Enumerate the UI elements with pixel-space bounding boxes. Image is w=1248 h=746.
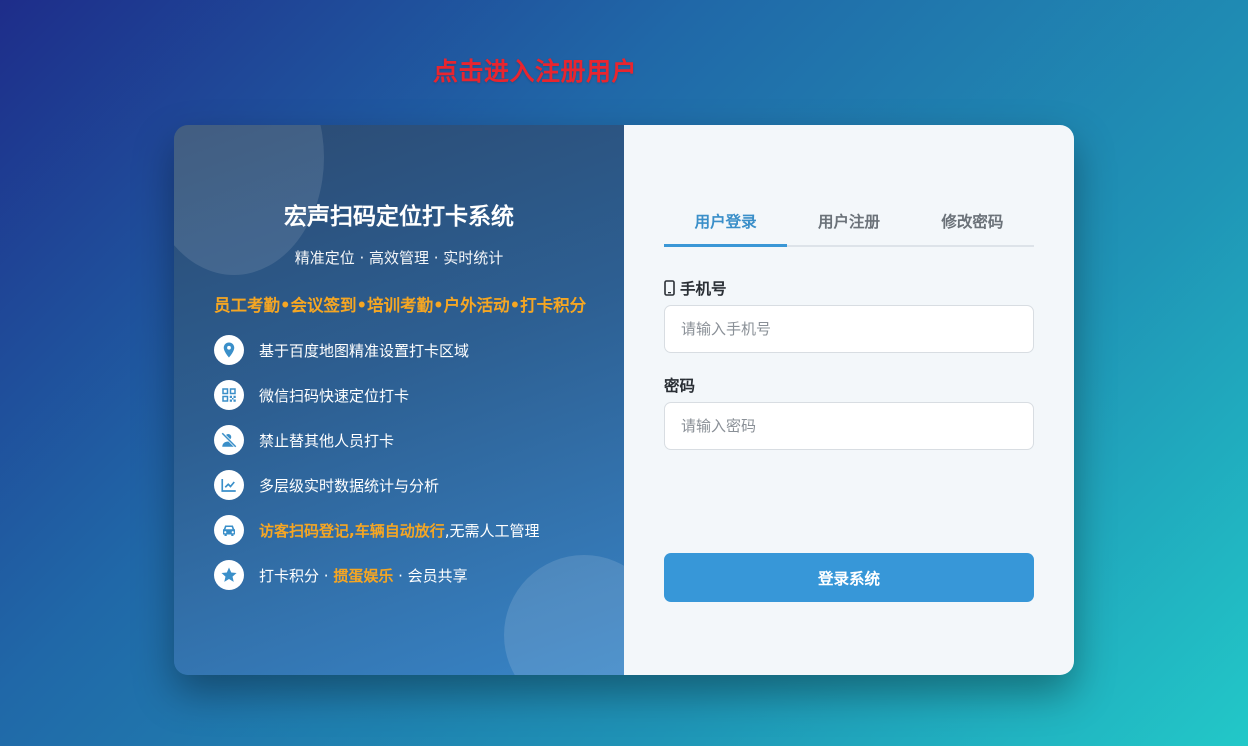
- feature-text-pre: 打卡积分 ·: [259, 566, 334, 585]
- system-title: 宏声扫码定位打卡系统: [284, 204, 514, 230]
- feature-text-highlight: 掼蛋娱乐: [333, 566, 394, 585]
- car-icon: [214, 515, 244, 545]
- login-card: 宏声扫码定位打卡系统 精准定位 · 高效管理 · 实时统计 员工考勤•会议签到•…: [174, 125, 1074, 675]
- register-link[interactable]: 点击进入注册用户: [433, 52, 637, 88]
- phone-input[interactable]: [664, 305, 1034, 353]
- intro-panel: 宏声扫码定位打卡系统 精准定位 · 高效管理 · 实时统计 员工考勤•会议签到•…: [174, 125, 624, 675]
- feature-highlight: 员工考勤•会议签到•培训考勤•户外活动•打卡积分: [214, 296, 587, 315]
- password-input[interactable]: [664, 402, 1034, 450]
- user-slash-icon: [214, 425, 244, 455]
- qr-code-icon: [214, 380, 244, 410]
- system-subtitle: 精准定位 · 高效管理 · 实时统计: [294, 249, 504, 267]
- mobile-phone-icon: [664, 280, 675, 296]
- feature-item: 打卡积分 · 掼蛋娱乐 · 会员共享: [214, 560, 539, 590]
- auth-tabs: 用户登录 用户注册 修改密码: [664, 209, 1034, 247]
- feature-list: 基于百度地图精准设置打卡区域 微信扫码快速定位打卡 禁止替其他人员打卡 多层级实…: [214, 335, 539, 605]
- chart-line-icon: [214, 470, 244, 500]
- phone-label-text: 手机号: [680, 280, 727, 298]
- feature-item: 微信扫码快速定位打卡: [214, 380, 539, 410]
- feature-text-post: · 会员共享: [393, 566, 468, 585]
- phone-label: 手机号: [664, 277, 727, 299]
- location-pin-icon: [214, 335, 244, 365]
- star-icon: [214, 560, 244, 590]
- feature-text-rest: ,无需人工管理: [444, 521, 540, 540]
- feature-text: 禁止替其他人员打卡: [259, 431, 395, 450]
- feature-text: 微信扫码快速定位打卡: [259, 386, 410, 405]
- feature-item: 访客扫码登记,车辆自动放行,无需人工管理: [214, 515, 539, 545]
- feature-item: 基于百度地图精准设置打卡区域: [214, 335, 539, 365]
- feature-text: 多层级实时数据统计与分析: [259, 476, 440, 495]
- tab-user-login[interactable]: 用户登录: [664, 209, 788, 247]
- feature-text: 访客扫码登记,车辆自动放行,无需人工管理: [259, 520, 539, 541]
- feature-item: 禁止替其他人员打卡: [214, 425, 539, 455]
- login-button[interactable]: 登录系统: [664, 553, 1034, 602]
- password-label-text: 密码: [664, 377, 696, 395]
- tab-user-register[interactable]: 用户注册: [787, 209, 910, 245]
- feature-text-highlight: 访客扫码登记,车辆自动放行: [259, 521, 445, 540]
- feature-text: 基于百度地图精准设置打卡区域: [259, 341, 470, 360]
- password-label: 密码: [664, 374, 695, 396]
- tab-change-password[interactable]: 修改密码: [911, 209, 1034, 245]
- feature-item: 多层级实时数据统计与分析: [214, 470, 539, 500]
- feature-text: 打卡积分 · 掼蛋娱乐 · 会员共享: [259, 565, 468, 586]
- login-panel: 用户登录 用户注册 修改密码 手机号 密码 登录系统: [624, 125, 1074, 675]
